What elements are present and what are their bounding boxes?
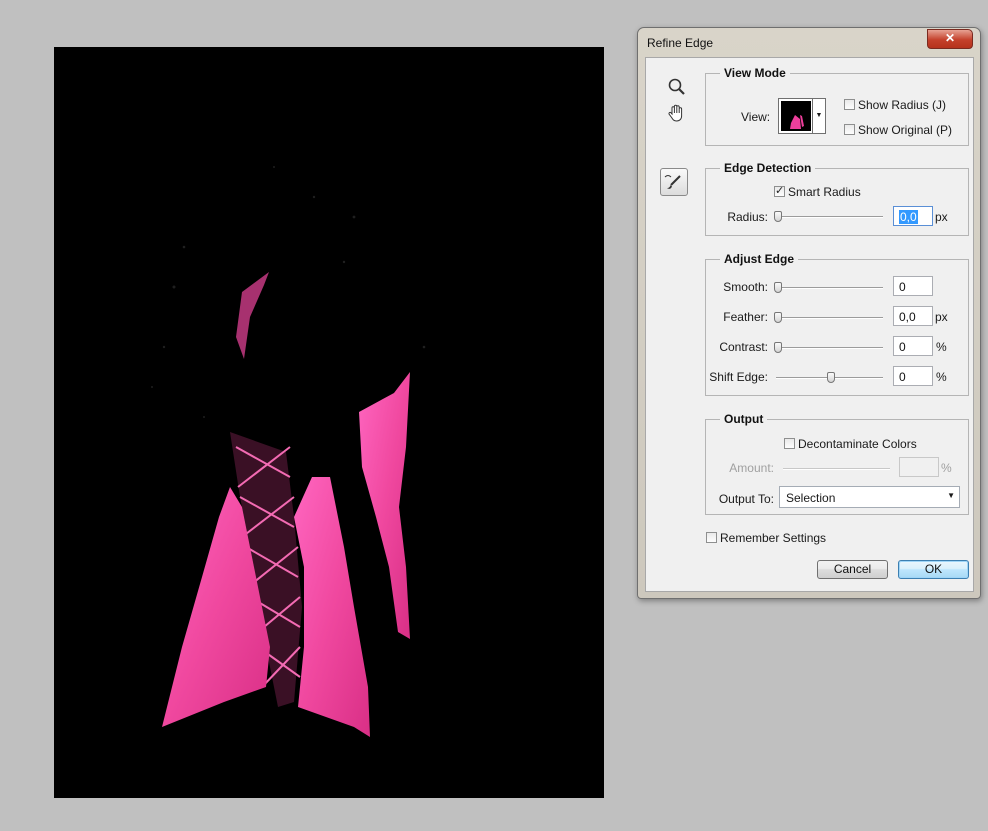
close-icon: ✕ <box>944 31 956 45</box>
shift-edge-value: 0 <box>899 370 906 384</box>
radius-input[interactable]: 0,0 <box>893 206 933 226</box>
edge-detection-group: Edge Detection Smart Radius Radius: 0,0 … <box>705 161 969 236</box>
hand-tool-icon[interactable] <box>666 102 688 124</box>
feather-label: Feather: <box>723 310 768 324</box>
amount-unit: % <box>941 461 952 475</box>
output-group: Output Decontaminate Colors Amount: % Ou… <box>705 412 969 515</box>
radius-unit: px <box>935 210 948 224</box>
contrast-value: 0 <box>899 340 906 354</box>
feather-slider-thumb[interactable] <box>774 312 782 323</box>
feather-input[interactable]: 0,0 <box>893 306 933 326</box>
refine-radius-brush-icon[interactable] <box>660 168 688 196</box>
adjust-edge-group: Adjust Edge Smooth: 0 Feather: 0,0 px Co… <box>705 252 969 396</box>
output-to-select[interactable]: Selection ▼ <box>779 486 960 508</box>
show-radius-checkbox[interactable] <box>844 99 855 110</box>
dialog-title: Refine Edge <box>647 36 714 50</box>
contrast-input[interactable]: 0 <box>893 336 933 356</box>
smooth-value: 0 <box>899 280 906 294</box>
document-canvas[interactable] <box>54 47 604 798</box>
remember-settings-checkbox[interactable] <box>706 532 717 543</box>
smooth-input[interactable]: 0 <box>893 276 933 296</box>
chevron-down-icon: ▼ <box>947 491 955 500</box>
smart-radius-label: Smart Radius <box>788 185 861 199</box>
amount-label: Amount: <box>729 461 774 475</box>
contrast-unit: % <box>936 340 947 354</box>
adjust-edge-heading: Adjust Edge <box>720 252 799 266</box>
close-button[interactable]: ✕ <box>927 29 973 49</box>
view-mode-group: View Mode View: ▼ Show Radius (J) Show O… <box>705 66 969 146</box>
smooth-slider-thumb[interactable] <box>774 282 782 293</box>
view-label: View: <box>741 110 771 124</box>
dress-skirt-right <box>294 477 370 737</box>
smooth-label: Smooth: <box>723 280 768 294</box>
radius-value: 0,0 <box>899 210 918 224</box>
show-original-checkbox[interactable] <box>844 124 855 135</box>
shift-edge-slider-thumb[interactable] <box>827 372 835 383</box>
shift-edge-unit: % <box>936 370 947 384</box>
amount-input <box>899 457 939 477</box>
dialog-client-area: View Mode View: ▼ Show Radius (J) Show O… <box>645 57 974 592</box>
feather-unit: px <box>935 310 948 324</box>
contrast-label: Contrast: <box>719 340 768 354</box>
remember-settings-label: Remember Settings <box>720 531 827 545</box>
ok-button[interactable]: OK <box>898 560 969 579</box>
output-to-label: Output To: <box>718 492 774 506</box>
dialog-titlebar[interactable]: Refine Edge ✕ <box>638 28 980 56</box>
feather-slider-track[interactable] <box>776 317 883 318</box>
output-to-value: Selection <box>786 491 836 505</box>
refined-selection-preview <box>151 166 426 737</box>
view-mode-picker[interactable]: ▼ <box>778 98 826 134</box>
cancel-button[interactable]: Cancel <box>817 560 888 579</box>
contrast-slider-track[interactable] <box>776 347 883 348</box>
view-mode-heading: View Mode <box>720 66 790 80</box>
refine-edge-dialog: Refine Edge ✕ View Mode View: ▼ Show Rad… <box>637 27 981 599</box>
shift-edge-label: Shift Edge: <box>709 370 768 384</box>
edge-noise <box>151 166 426 418</box>
smooth-slider-track[interactable] <box>776 287 883 288</box>
decontaminate-colors-label: Decontaminate Colors <box>798 437 917 451</box>
shift-edge-input[interactable]: 0 <box>893 366 933 386</box>
dress-right-panel <box>359 372 410 639</box>
feather-value: 0,0 <box>899 310 916 324</box>
radius-label: Radius: <box>727 210 768 224</box>
decontaminate-colors-checkbox[interactable] <box>784 438 795 449</box>
view-thumbnail <box>781 101 811 131</box>
output-heading: Output <box>720 412 768 426</box>
dress-strap <box>236 272 269 359</box>
edge-detection-heading: Edge Detection <box>720 161 816 175</box>
contrast-slider-thumb[interactable] <box>774 342 782 353</box>
smart-radius-checkbox[interactable] <box>774 184 785 197</box>
radius-slider-track[interactable] <box>776 216 883 217</box>
show-original-label: Show Original (P) <box>858 123 953 137</box>
amount-slider-track <box>783 468 890 469</box>
radius-slider-thumb[interactable] <box>774 211 782 222</box>
chevron-down-icon[interactable]: ▼ <box>812 99 825 133</box>
zoom-tool-icon[interactable] <box>666 76 688 98</box>
show-radius-label: Show Radius (J) <box>858 98 947 112</box>
